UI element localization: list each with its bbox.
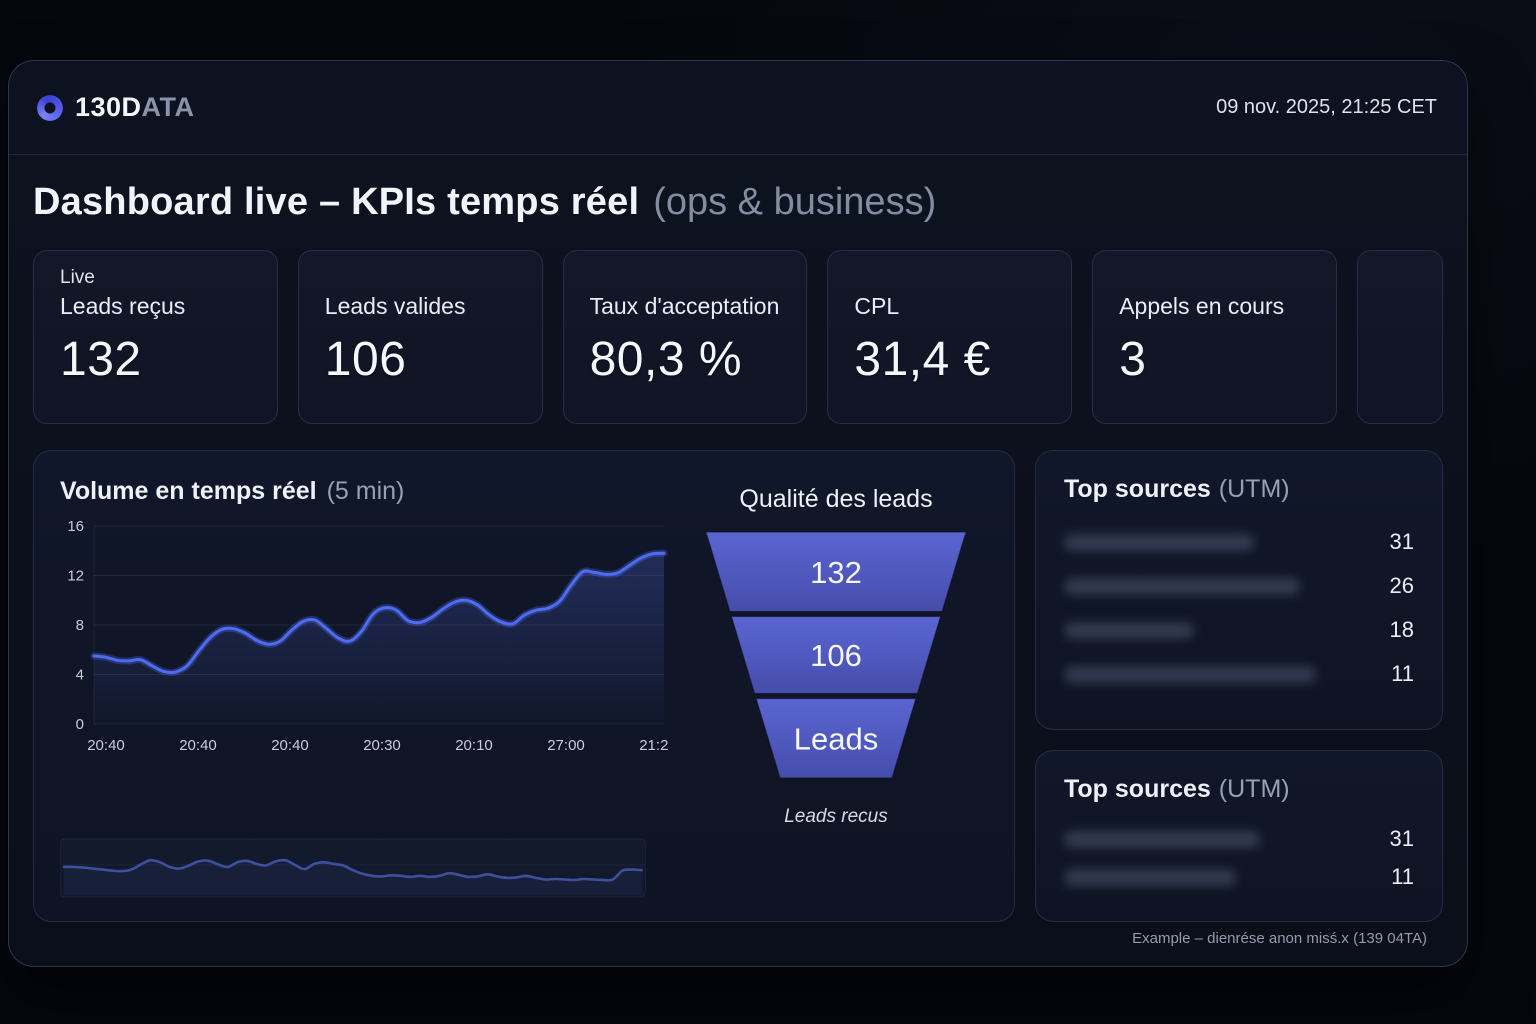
kpi-row: Live Leads reçus 132 Leads valides 106 Taux d… [33,250,1443,424]
source-label-redacted [1064,869,1236,886]
page-title: Dashboard live – KPIs temps réel [33,181,639,224]
source-row: 26 [1064,564,1414,608]
svg-text:132: 132 [810,555,862,590]
source-label-redacted [1064,534,1254,551]
kpi-value: 31,4 € [854,332,1045,387]
source-value: 31 [1390,826,1414,852]
svg-text:20:40: 20:40 [87,737,125,754]
page-subtitle: (ops & business) [653,181,936,224]
top-sources-2-title: Top sources [1064,775,1211,804]
timestamp: 09 nov. 2025, 21:25 CET [1216,96,1437,119]
source-row: 18 [1064,608,1414,652]
source-label-redacted [1064,578,1300,595]
source-value: 26 [1390,573,1414,599]
kpi-value: 3 [1119,332,1310,387]
source-value: 31 [1390,529,1414,555]
kpi-value: 80,3 % [590,332,781,387]
kpi-card-empty [1357,250,1443,424]
kpi-card-1: Leads valides 106 [298,250,543,424]
svg-text:20:40: 20:40 [271,737,309,754]
source-value: 11 [1391,661,1414,687]
kpi-label: CPL [854,293,1045,320]
source-row: 11 [1064,858,1414,896]
source-row: 11 [1064,652,1414,696]
kpi-live-badge: Live [60,267,95,289]
top-sources-2-title-row: Top sources (UTM) [1064,775,1414,804]
svg-text:20:10: 20:10 [455,737,493,754]
volume-sparkline-chart [60,837,646,899]
header: 130DATA 09 nov. 2025, 21:25 CET [9,61,1467,155]
funnel-caption: Leads recus [784,806,888,828]
volume-chart-column: Volume en temps réel (5 min) 161284020:4… [58,477,668,899]
volume-chart-title: Volume en temps réel [60,477,317,506]
kpi-value: 106 [325,332,516,387]
source-label-redacted [1064,622,1194,639]
kpi-card-0: Live Leads reçus 132 [33,250,278,424]
svg-text:106: 106 [810,638,862,673]
content-row: Volume en temps réel (5 min) 161284020:4… [33,450,1443,922]
source-value: 11 [1391,864,1414,890]
svg-text:4: 4 [76,667,84,684]
right-column: Top sources (UTM) 31 26 18 11 Top sources (… [1035,450,1443,922]
brand-name-light: ATA [142,92,195,122]
source-label-redacted [1064,666,1316,683]
svg-text:Leads: Leads [794,721,878,756]
brand: 130DATA [37,92,195,123]
title-row: Dashboard live – KPIs temps réel (ops & … [33,181,1443,224]
source-value: 18 [1390,617,1414,643]
brand-name: 130DATA [75,92,195,123]
kpi-value: 132 [60,332,251,387]
source-row: 31 [1064,520,1414,564]
volume-chart-title-row: Volume en temps réel (5 min) [58,477,668,506]
kpi-card-2: Taux d'acceptation 80,3 % [563,250,808,424]
top-sources-2-title-suffix: (UTM) [1219,775,1290,804]
dashboard-window: 130DATA 09 nov. 2025, 21:25 CET Dashboar… [8,60,1468,967]
svg-text:20:40: 20:40 [179,737,217,754]
svg-text:16: 16 [67,518,84,535]
svg-text:0: 0 [76,716,84,733]
svg-text:27:00: 27:00 [547,737,585,754]
svg-text:20:30: 20:30 [363,737,401,754]
top-sources-panel-2: Top sources (UTM) 3111 [1035,750,1443,922]
svg-text:12: 12 [67,568,84,585]
kpi-label: Taux d'acceptation [590,293,781,320]
volume-chart-title-suffix: (5 min) [327,477,405,506]
top-sources-1-title-row: Top sources (UTM) [1064,475,1414,504]
volume-panel: Volume en temps réel (5 min) 161284020:4… [33,450,1015,922]
footnote: Example – dienrése anon misś.x (139 04TA… [1132,930,1427,947]
top-sources-2-list: 3111 [1064,820,1414,896]
kpi-label: Appels en cours [1119,293,1310,320]
kpi-label: Leads valides [325,293,516,320]
brand-ring-icon [37,95,63,121]
kpi-card-4: Appels en cours 3 [1092,250,1337,424]
leads-funnel-chart: 132 106 Leads [696,530,976,782]
svg-text:8: 8 [76,617,84,634]
brand-name-strong: 130D [75,92,142,122]
funnel-title: Qualité des leads [739,485,932,514]
top-sources-1-title-suffix: (UTM) [1219,475,1290,504]
kpi-label: Leads reçus [60,293,251,320]
svg-text:21:20: 21:20 [639,737,668,754]
kpi-card-3: CPL 31,4 € [827,250,1072,424]
funnel-column: Qualité des leads 132 106 Leads Leads recu… [686,477,986,899]
top-sources-panel-1: Top sources (UTM) 31 26 18 11 [1035,450,1443,730]
source-row: 31 [1064,820,1414,858]
footer-row: Example – dienrése anon misś.x (139 04TA… [33,930,1443,948]
top-sources-1-title: Top sources [1064,475,1211,504]
volume-line-chart: 161284020:4020:4020:4020:3020:1027:0021:… [58,516,668,756]
source-label-redacted [1064,831,1260,848]
top-sources-1-list: 31 26 18 11 [1064,520,1414,696]
